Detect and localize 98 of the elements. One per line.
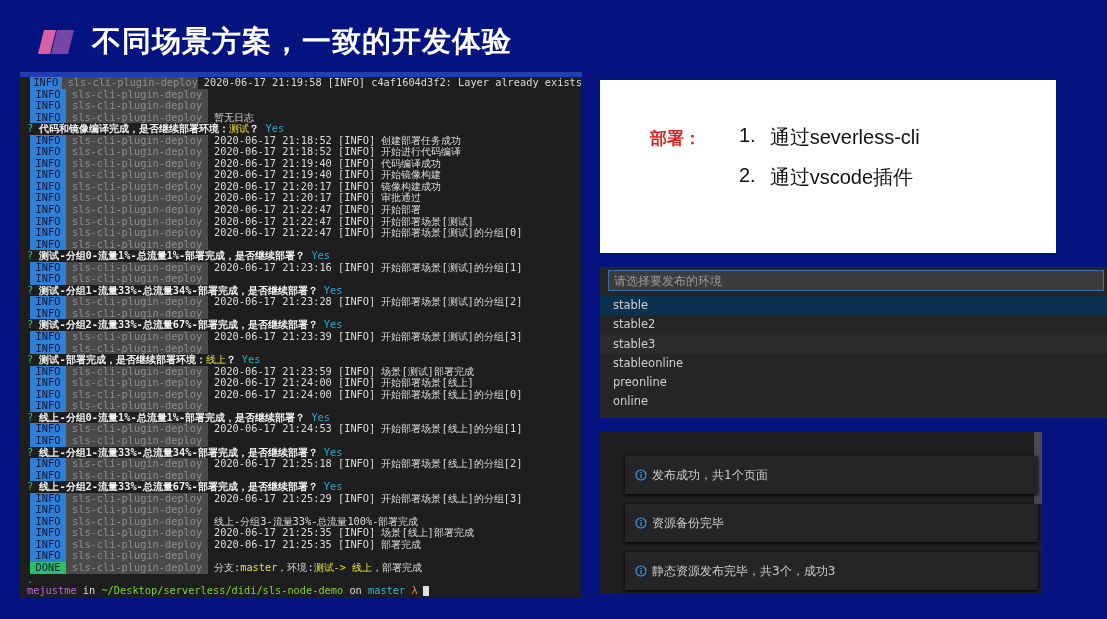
log-message: 2020-06-17 21:25:29 [INFO] 开始部署场景[线上]的分组[3] xyxy=(214,492,523,505)
log-message: 2020-06-17 21:25:18 [INFO] 开始部署场景[线上]的分组[2] xyxy=(214,458,523,470)
level-badge: INFO xyxy=(30,550,66,562)
level-badge: INFO xyxy=(30,273,66,285)
prompt-line: ? 线上-分组0-流量1%-总流量1%-部署完成，是否继续部署？ Yes xyxy=(27,411,330,424)
source-label: sls-cli-plugin-deploy xyxy=(66,527,208,539)
level-badge: INFO xyxy=(30,458,66,470)
source-label: sls-cli-plugin-deploy xyxy=(66,134,208,147)
info-icon xyxy=(635,517,647,529)
log-message: 暂无日志 xyxy=(213,111,254,123)
log-message: 2020-06-17 21:24:00 [INFO] 开始部署场景[线上]的分组[0] xyxy=(213,388,523,401)
slide-title: 不同场景方案，一致的开发体验 xyxy=(92,24,512,59)
option-item[interactable]: preonline xyxy=(600,373,1107,393)
list-item: 通过vscode插件 xyxy=(769,165,914,190)
log-message: 2020-06-17 21:18:52 [INFO] 创建部署任务成功 xyxy=(214,134,462,147)
option-item[interactable]: stable3 xyxy=(600,334,1107,354)
prompt-line: ? 测试-部署完成，是否继续部署环境：线上？ Yes xyxy=(27,354,261,366)
list-number: 1. xyxy=(739,124,756,148)
level-badge: INFO xyxy=(30,492,66,505)
source-label: sls-cli-plugin-deploy xyxy=(66,550,208,562)
log-message: 2020-06-17 21:20:17 [INFO] 审批通过 xyxy=(213,192,422,204)
source-label: sls-cli-plugin-deploy xyxy=(61,77,198,89)
source-label: sls-cli-plugin-deploy xyxy=(66,204,208,216)
level-badge: INFO xyxy=(30,192,66,204)
log-message: 2020-06-17 21:24:53 [INFO] 开始部署场景[线上]的分组[1] xyxy=(214,423,523,435)
level-badge: INFO xyxy=(30,134,66,147)
prompt-line: ? 测试-分组1-流量33%-总流量34%-部署完成，是否继续部署？ Yes xyxy=(27,284,343,297)
level-badge: INFO xyxy=(30,331,66,343)
prompt-line: ? 线上-分组2-流量33%-总流量67%-部署完成，是否继续部署？ Yes xyxy=(27,481,343,493)
source-label: sls-cli-plugin-deploy xyxy=(66,169,208,181)
log-message: 线上-分组3-流量33%-总流量100%-部署完成 xyxy=(213,515,419,527)
level-badge: INFO xyxy=(30,227,66,239)
log-message: 2020-06-17 21:25:35 [INFO] 场景[线上]部署完成 xyxy=(213,527,474,539)
level-badge: INFO xyxy=(30,377,66,389)
source-label: sls-cli-plugin-deploy xyxy=(66,146,208,158)
level-badge: INFO xyxy=(30,204,66,216)
level-badge: INFO xyxy=(30,261,66,274)
option-item[interactable]: online xyxy=(600,392,1107,412)
level-badge: INFO xyxy=(30,169,66,181)
info-icon xyxy=(635,469,647,481)
log-message: 2020-06-17 21:19:40 [INFO] 开始镜像构建 xyxy=(213,169,442,181)
log-message: 2020-06-17 21:19:58 [INFO] c4af1604d3f2: Layer already exists xyxy=(202,77,582,89)
cursor xyxy=(422,586,429,597)
list-item: 通过severless-cli xyxy=(769,125,920,150)
log-message: 2020-06-17 21:23:59 [INFO] 场景[测试]部署完成 xyxy=(213,365,474,378)
level-badge: INFO xyxy=(30,296,66,308)
source-label: sls-cli-plugin-deploy xyxy=(66,423,208,435)
log-message: 2020-06-17 21:19:40 [INFO] 代码编译成功 xyxy=(213,157,442,169)
option-item[interactable]: stableonline xyxy=(600,353,1107,374)
source-label: sls-cli-plugin-deploy xyxy=(66,400,208,412)
logo-icon xyxy=(38,30,74,54)
log-message: 2020-06-17 21:23:28 [INFO] 开始部署场景[测试]的分组[2] xyxy=(214,296,523,308)
source-label: sls-cli-plugin-deploy xyxy=(66,458,208,470)
source-label: sls-cli-plugin-deploy xyxy=(66,261,208,274)
log-message: 2020-06-17 21:25:35 [INFO] 部署完成 xyxy=(213,538,422,551)
level-badge: INFO xyxy=(30,527,66,539)
source-label: sls-cli-plugin-deploy xyxy=(66,296,208,308)
option-item[interactable]: stable xyxy=(600,296,1107,316)
source-label: sls-cli-plugin-deploy xyxy=(66,377,208,389)
list-number: 2. xyxy=(739,164,756,188)
source-label: sls-cli-plugin-deploy xyxy=(66,100,208,112)
source-label: sls-cli-plugin-deploy xyxy=(66,273,208,285)
level-badge: INFO xyxy=(30,146,66,158)
level-badge: INFO xyxy=(30,504,66,516)
log-message: 2020-06-17 21:22:47 [INFO] 开始部署场景[测试] xyxy=(213,215,474,227)
log-message: 2020-06-17 21:23:39 [INFO] 开始部署场景[测试]的分组[3] xyxy=(213,331,523,343)
source-label: sls-cli-plugin-deploy xyxy=(66,192,208,204)
source-label: sls-cli-plugin-deploy xyxy=(66,227,208,239)
card-label: 部署： xyxy=(650,128,701,150)
log-message: 2020-06-17 21:23:16 [INFO] 开始部署场景[测试]的分组[1] xyxy=(214,261,523,274)
source-label: sls-cli-plugin-deploy xyxy=(66,365,208,378)
input-field[interactable]: 请选择要发布的环境 xyxy=(608,270,1104,291)
source-label: sls-cli-plugin-deploy xyxy=(66,331,208,343)
notification-message: 资源备份完毕 xyxy=(652,514,724,532)
level-badge: INFO xyxy=(30,100,66,112)
log-message: 分支:master，环境:测试-> 线上，部署完成 xyxy=(213,561,423,574)
level-badge: INFO xyxy=(30,400,66,412)
scrollbar[interactable] xyxy=(1034,432,1042,504)
info-icon xyxy=(635,565,647,577)
level-badge: INFO xyxy=(30,365,66,378)
log-message: 2020-06-17 21:18:52 [INFO] 开始进行代码编译 xyxy=(213,146,462,158)
source-label: sls-cli-plugin-deploy xyxy=(66,504,208,516)
shell-prompt: mejustme in ~/Desktop/serverless/didi/sls-node-demo on master λ xyxy=(27,585,418,597)
prompt-line: ? 测试-分组2-流量33%-总流量67%-部署完成，是否继续部署？ Yes xyxy=(27,319,343,332)
level-badge: INFO xyxy=(30,77,62,89)
source-label: sls-cli-plugin-deploy xyxy=(66,492,208,505)
log-message: 2020-06-17 21:22:47 [INFO] 开始部署 xyxy=(213,204,422,215)
level-badge: INFO xyxy=(30,423,66,435)
log-message: 2020-06-17 21:20:17 [INFO] 镜像构建成功 xyxy=(213,180,442,193)
option-item[interactable]: stable2 xyxy=(600,315,1107,335)
notification-message: 发布成功，共1个页面 xyxy=(652,466,768,484)
prompt-line: ? 线上-分组1-流量33%-总流量34%-部署完成，是否继续部署？ Yes xyxy=(27,446,343,459)
terminal-text: . xyxy=(27,573,34,586)
prompt-line: ? 测试-分组0-流量1%-总流量1%-部署完成，是否继续部署？ Yes xyxy=(27,250,330,262)
notification-message: 静态资源发布完毕，共3个，成功3 xyxy=(652,562,836,580)
prompt-line: ? 代码和镜像编译完成，是否继续部署环境：测试？ Yes xyxy=(27,123,285,135)
log-message: 2020-06-17 21:24:00 [INFO] 开始部署场景[线上] xyxy=(213,377,474,389)
log-message: 2020-06-17 21:22:47 [INFO] 开始部署场景[测试]的分组[0] xyxy=(213,227,523,239)
